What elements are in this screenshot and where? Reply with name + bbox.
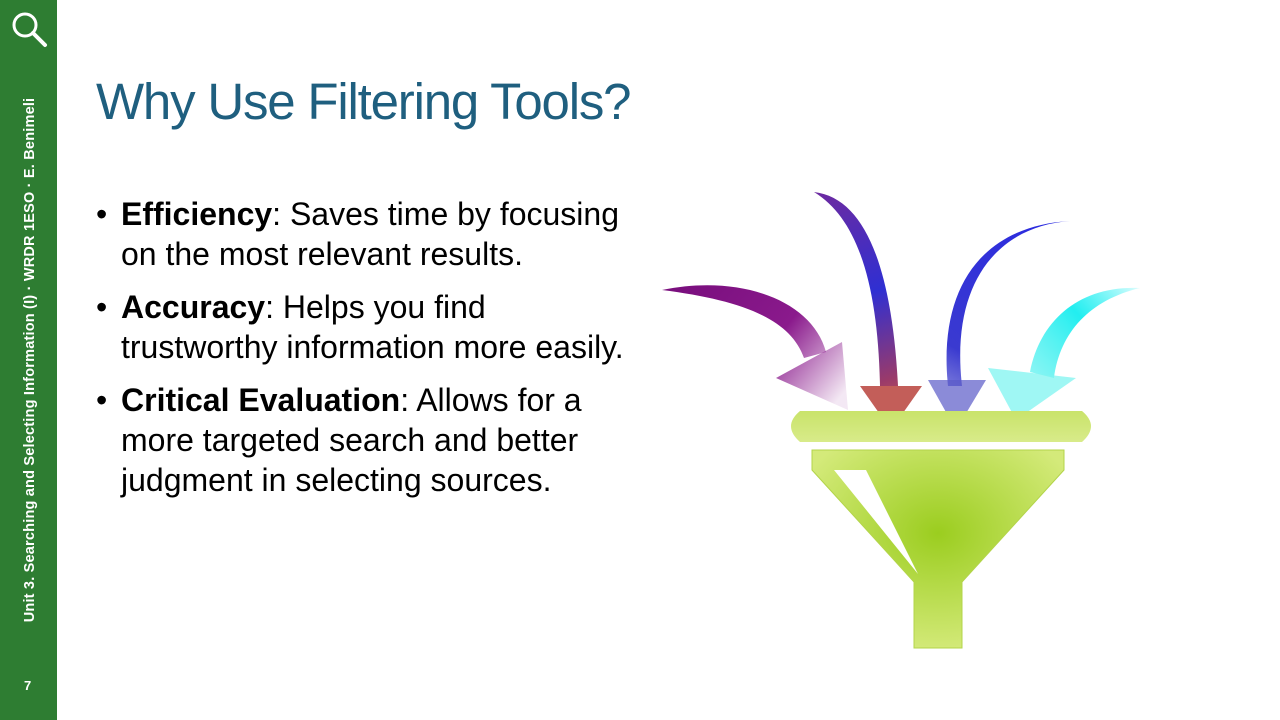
bullet-dot: •: [96, 289, 108, 325]
bullet-item-accuracy: • Accuracy: Helps you find trustworthy in…: [96, 287, 626, 367]
bullet-term: Accuracy: [121, 289, 266, 325]
sidebar: Unit 3. Searching and Selecting Informat…: [0, 0, 57, 720]
bullet-list: • Efficiency: Saves time by focusing on t…: [96, 194, 626, 513]
blue-arrow-icon: [928, 221, 1070, 430]
funnel-rim: [791, 411, 1091, 442]
page-number: 7: [24, 678, 32, 693]
purple-arrow-icon: [662, 285, 848, 410]
bullet-term: Efficiency: [121, 196, 273, 232]
funnel-illustration: [662, 192, 1140, 649]
search-icon[interactable]: [9, 9, 49, 49]
cyan-arrow-icon: [988, 287, 1140, 420]
bullet-term: Critical Evaluation: [121, 382, 401, 418]
slide-title: Why Use Filtering Tools?: [96, 73, 631, 130]
bullet-item-efficiency: • Efficiency: Saves time by focusing on t…: [96, 194, 626, 274]
bullet-dot: •: [96, 196, 108, 232]
funnel-icon: [791, 411, 1091, 649]
footer-text: Unit 3. Searching and Selecting Informat…: [22, 97, 38, 623]
bullet-dot: •: [96, 382, 108, 418]
bullet-item-critical-evaluation: • Critical Evaluation: Allows for a more …: [96, 380, 626, 500]
